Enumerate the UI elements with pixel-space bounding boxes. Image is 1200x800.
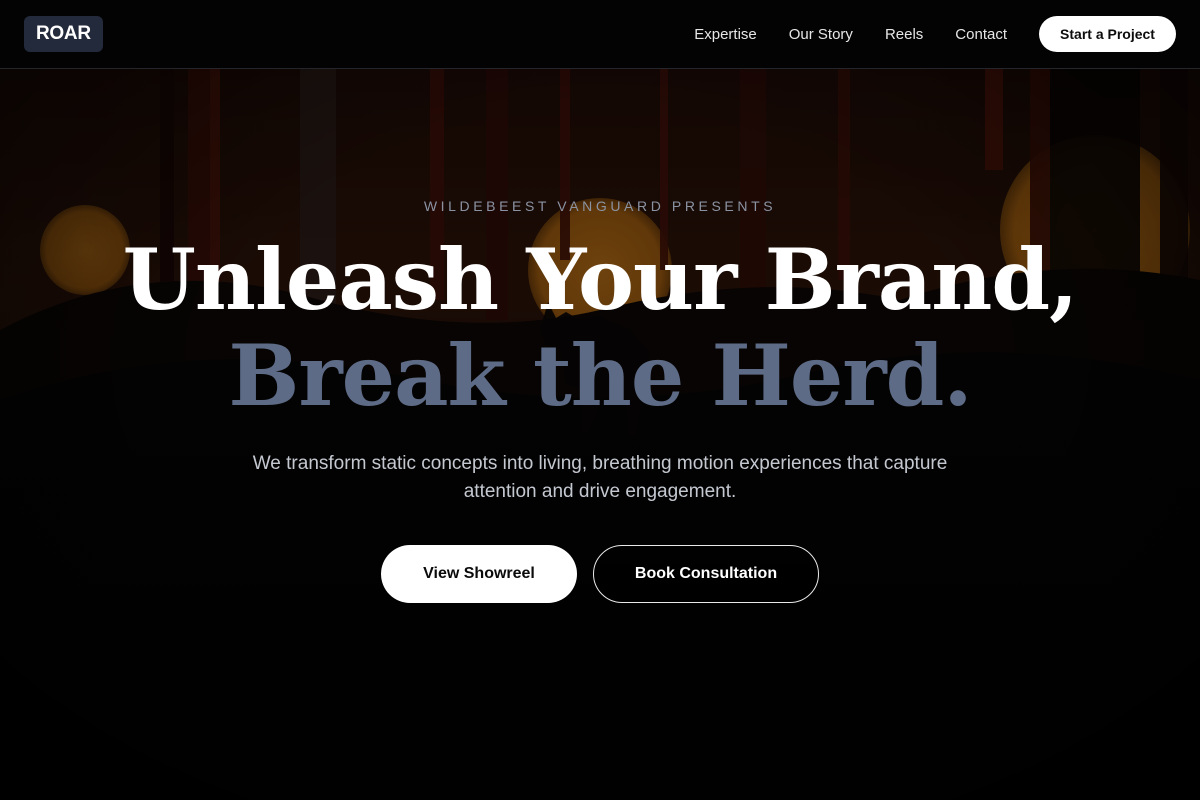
nav-links: Expertise Our Story Reels Contact (694, 0, 1007, 68)
nav-link-reels[interactable]: Reels (885, 26, 923, 43)
hero-headline: Unleash Your Brand, Break the Herd. (0, 232, 1200, 424)
headline-line-2: Break the Herd. (228, 326, 972, 425)
nav-link-contact[interactable]: Contact (955, 26, 1007, 43)
start-project-button[interactable]: Start a Project (1039, 16, 1176, 52)
roar-logo[interactable]: ROAR (24, 16, 103, 52)
nav-link-our-story[interactable]: Our Story (789, 26, 853, 43)
hero-eyebrow: WILDEBEEST VANGUARD PRESENTS (423, 198, 777, 214)
book-consultation-button[interactable]: Book Consultation (593, 545, 819, 603)
view-showreel-button[interactable]: View Showreel (381, 545, 577, 603)
hero-subtitle: We transform static concepts into living… (252, 453, 948, 502)
headline-line-1: Unleash Your Brand, (122, 230, 1079, 329)
top-navigation: ROAR Expertise Our Story Reels Contact S… (0, 0, 1200, 69)
nav-link-expertise[interactable]: Expertise (694, 26, 757, 43)
